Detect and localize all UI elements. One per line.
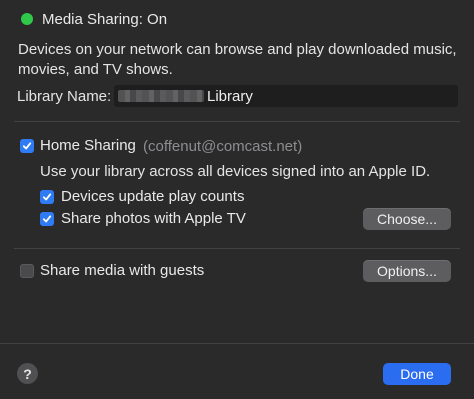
section-divider — [14, 248, 460, 249]
share-photos-label[interactable]: Share photos with Apple TV — [61, 210, 246, 227]
choose-button[interactable]: Choose... — [363, 208, 451, 230]
home-sharing-description: Use your library across all devices sign… — [40, 163, 431, 180]
media-sharing-description: Devices on your network can browse and p… — [18, 41, 457, 78]
checkmark-icon — [22, 142, 32, 150]
status-indicator-dot — [21, 13, 33, 25]
options-button[interactable]: Options... — [363, 260, 451, 282]
home-sharing-label[interactable]: Home Sharing — [40, 137, 136, 154]
update-play-counts-label[interactable]: Devices update play counts — [61, 188, 244, 205]
update-play-counts-checkbox[interactable] — [40, 190, 54, 204]
share-with-guests-label[interactable]: Share media with guests — [40, 262, 204, 279]
library-name-label: Library Name: — [17, 88, 112, 105]
share-with-guests-checkbox[interactable] — [20, 264, 34, 278]
checkmark-icon — [42, 193, 52, 201]
redacted-name-blur — [118, 90, 204, 102]
home-sharing-checkbox[interactable] — [20, 139, 34, 153]
footer-divider — [0, 343, 474, 344]
share-photos-checkbox[interactable] — [40, 212, 54, 226]
media-sharing-dialog: Media Sharing: On Devices on your networ… — [0, 0, 474, 399]
library-name-value: Library — [207, 88, 253, 105]
media-sharing-status: Media Sharing: On — [42, 11, 168, 28]
help-icon[interactable]: ? — [17, 363, 38, 384]
section-divider — [14, 121, 460, 122]
home-sharing-account: (coffenut@comcast.net) — [143, 138, 303, 155]
checkmark-icon — [42, 215, 52, 223]
done-button[interactable]: Done — [383, 363, 451, 385]
